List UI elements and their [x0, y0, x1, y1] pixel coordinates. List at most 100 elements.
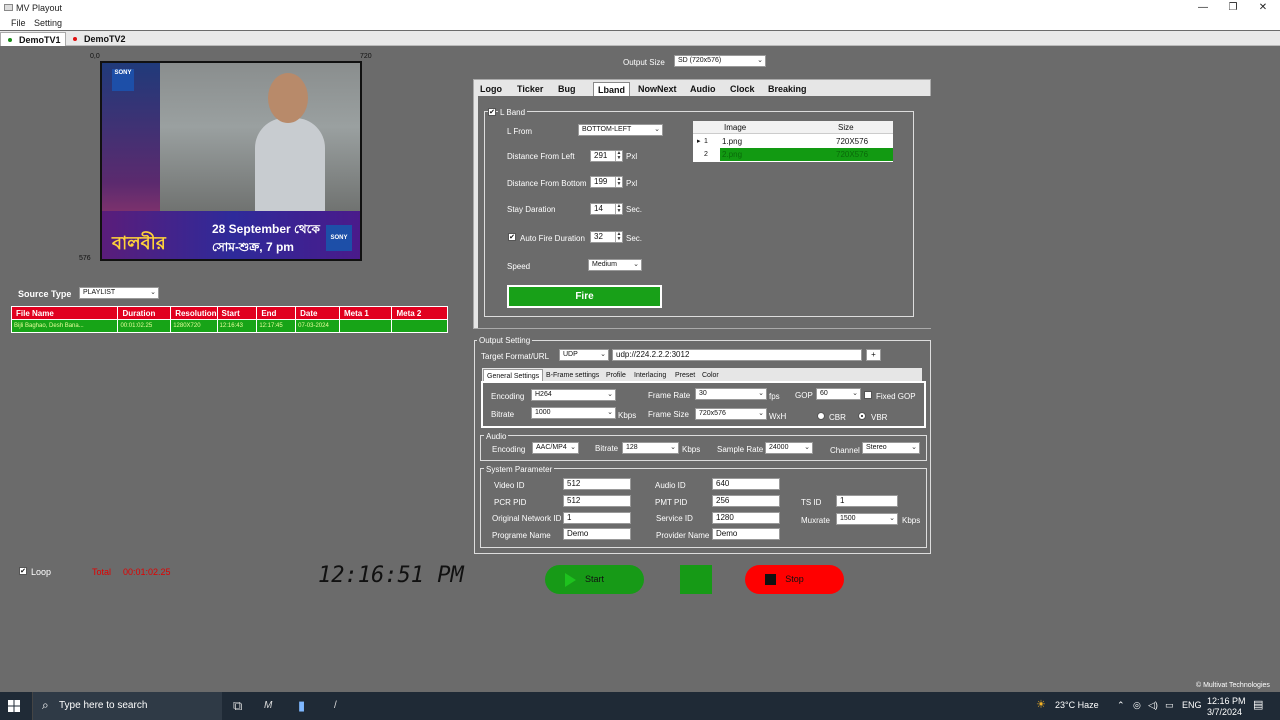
menu-file[interactable]: File: [11, 18, 26, 28]
fixed-gop-checkbox[interactable]: [864, 391, 872, 399]
target-url-input[interactable]: udp://224.2.2.2:3012: [612, 349, 862, 361]
source-type-select[interactable]: PLAYLIST ⌄: [79, 287, 159, 299]
chevron-down-icon: ⌄: [758, 390, 764, 397]
tab-demotv2[interactable]: DemoTV2: [66, 32, 132, 46]
tab-clock[interactable]: Clock: [730, 82, 755, 97]
muxrate-select[interactable]: 1500 ⌄: [836, 513, 898, 525]
tab-demotv1[interactable]: DemoTV1: [0, 32, 66, 46]
auto-fire-checkbox[interactable]: ✔: [508, 233, 516, 241]
taskbar-time[interactable]: 12:16 PM: [1207, 696, 1246, 706]
ts-id-input[interactable]: 1: [836, 495, 898, 507]
bitrate-select[interactable]: 1000 ⌄: [531, 407, 616, 419]
volume-icon[interactable]: ◁): [1148, 700, 1158, 711]
tab-lband[interactable]: Lband: [593, 82, 630, 97]
pmt-pid-input[interactable]: 256: [712, 495, 780, 507]
target-format-select[interactable]: UDP ⌄: [559, 349, 609, 361]
programe-name-input[interactable]: Demo: [563, 528, 631, 540]
mv-app-icon[interactable]: M: [264, 700, 272, 711]
status-dot-icon: [73, 37, 77, 41]
tab-bug[interactable]: Bug: [558, 82, 576, 97]
loop-checkbox[interactable]: ✔: [19, 567, 27, 575]
auto-fire-stepper[interactable]: 32 ▲ ▼: [590, 231, 623, 243]
spin-arrows-icon[interactable]: ▲ ▼: [615, 204, 622, 214]
column-header[interactable]: Resolution: [170, 306, 218, 320]
column-header[interactable]: Duration: [117, 306, 172, 320]
provider-name-input[interactable]: Demo: [712, 528, 780, 540]
channel-select[interactable]: Stereo ⌄: [862, 442, 920, 454]
tab-breaking[interactable]: Breaking: [768, 82, 807, 97]
frame-rate-label: Frame Rate: [648, 391, 691, 400]
frame-size-select[interactable]: 720x576 ⌄: [695, 408, 767, 420]
taskbar-date[interactable]: 3/7/2024: [1207, 707, 1242, 717]
vbr-radio[interactable]: [858, 412, 866, 420]
chevron-down-icon: ⌄: [852, 390, 858, 397]
network-icon[interactable]: ◎: [1133, 700, 1141, 711]
column-header[interactable]: Meta 1: [338, 306, 393, 320]
column-header[interactable]: Date: [295, 306, 340, 320]
window-title: MV Playout: [16, 3, 63, 13]
stay-duration-stepper[interactable]: 14 ▲ ▼: [590, 203, 623, 215]
pcr-pid-input[interactable]: 512: [563, 495, 631, 507]
distance-left-stepper[interactable]: 291 ▲ ▼: [590, 150, 623, 162]
spin-arrows-icon[interactable]: ▲ ▼: [615, 232, 622, 242]
service-id-input[interactable]: 1280: [712, 512, 780, 524]
lfrom-select[interactable]: BOTTOM-LEFT ⌄: [578, 124, 663, 136]
tab-audio[interactable]: Audio: [690, 82, 716, 97]
stop-button[interactable]: Stop: [745, 565, 844, 594]
minimize-button[interactable]: —: [1188, 1, 1218, 15]
channel-tab-bar: DemoTV1 DemoTV2: [0, 31, 1280, 46]
audio-bitrate-select[interactable]: 128 ⌄: [622, 442, 679, 454]
close-button[interactable]: ✕: [1248, 1, 1278, 15]
maximize-button[interactable]: ❐: [1218, 1, 1248, 15]
taskbar-search[interactable]: ⌕ Type here to search: [32, 692, 222, 720]
lband-enable-checkbox[interactable]: ✔: [488, 108, 496, 116]
app-icon[interactable]: /: [334, 700, 337, 711]
chevron-down-icon: ⌄: [654, 126, 660, 133]
battery-icon[interactable]: ▭: [1165, 700, 1174, 711]
sample-rate-select[interactable]: 24000 ⌄: [765, 442, 813, 454]
spin-arrows-icon[interactable]: ▲ ▼: [615, 151, 622, 161]
tab-ticker[interactable]: Ticker: [517, 82, 543, 97]
audio-encoding-select[interactable]: AAC/MP4 ⌄: [532, 442, 579, 454]
start-button[interactable]: Start: [545, 565, 644, 594]
audio-legend: Audio: [484, 432, 509, 441]
audio-id-input[interactable]: 640: [712, 478, 780, 490]
language-indicator[interactable]: ENG: [1182, 700, 1202, 710]
notification-icon[interactable]: ▤: [1253, 698, 1263, 711]
column-header[interactable]: End: [256, 306, 297, 320]
tab-logo[interactable]: Logo: [480, 82, 502, 97]
cbr-radio[interactable]: [817, 412, 825, 420]
preview-height-label: 576: [79, 255, 91, 262]
fire-button[interactable]: Fire: [507, 285, 662, 308]
column-header[interactable]: Start: [216, 306, 258, 320]
notepad-icon[interactable]: ▮: [298, 698, 305, 714]
video-id-input[interactable]: 512: [563, 478, 631, 490]
table-row[interactable]: 2 2.png 720X576: [693, 148, 893, 161]
onid-input[interactable]: 1: [563, 512, 631, 524]
column-header[interactable]: File Name: [10, 306, 119, 320]
spin-arrows-icon[interactable]: ▲ ▼: [615, 177, 622, 187]
column-header[interactable]: Size: [838, 121, 854, 134]
loop-label: Loop: [31, 567, 52, 577]
task-view-icon[interactable]: ⧉: [233, 698, 242, 714]
add-target-button[interactable]: +: [866, 349, 881, 361]
table-row[interactable]: Bijli Baghao, Desh Bana... 00:01:02.25 1…: [10, 319, 448, 333]
frame-rate-select[interactable]: 30 ⌄: [695, 388, 767, 400]
windows-start-icon[interactable]: [8, 700, 20, 712]
gop-select[interactable]: 60 ⌄: [816, 388, 861, 400]
menu-setting[interactable]: Setting: [34, 18, 62, 28]
weather-text[interactable]: 23°C Haze: [1055, 700, 1099, 710]
clock-display: 12:16:51 PM: [318, 563, 464, 588]
column-header[interactable]: Image: [724, 121, 746, 134]
distance-bottom-stepper[interactable]: 199 ▲ ▼: [590, 176, 623, 188]
encoding-select[interactable]: H264 ⌄: [531, 389, 616, 401]
tab-nownext[interactable]: NowNext: [638, 82, 677, 97]
table-row[interactable]: ▸ 1 1.png 720X576: [693, 135, 893, 148]
chevron-down-icon: ⌄: [633, 261, 639, 268]
speed-select[interactable]: Medium ⌄: [588, 259, 642, 271]
tray-chevron-up-icon[interactable]: ⌃: [1117, 700, 1125, 711]
column-header[interactable]: Meta 2: [391, 306, 448, 320]
onid-label: Original Network ID: [492, 514, 562, 523]
output-size-select[interactable]: SD (720x576) ⌄: [674, 55, 766, 67]
sample-rate-label: Sample Rate: [717, 445, 764, 454]
